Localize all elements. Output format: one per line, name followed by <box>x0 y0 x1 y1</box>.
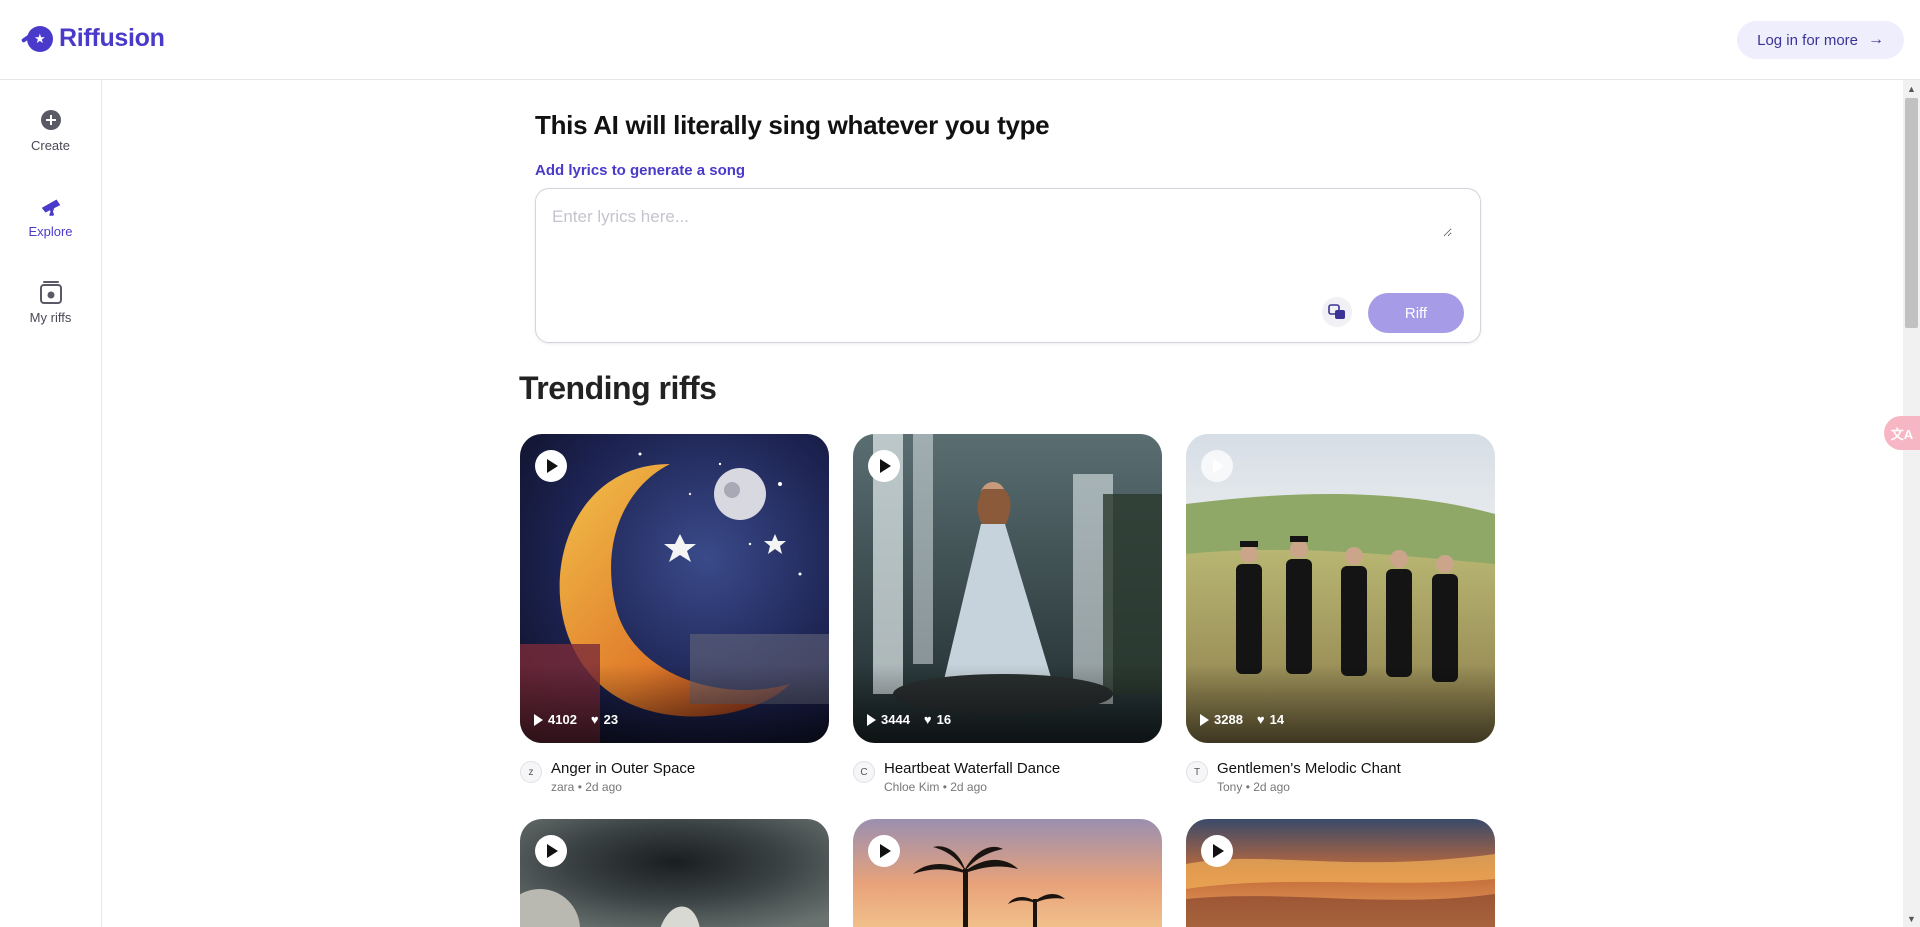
play-button[interactable] <box>535 835 567 867</box>
riff-title[interactable]: Gentlemen's Melodic Chant <box>1217 760 1401 777</box>
scroll-down-icon[interactable]: ▼ <box>1903 910 1920 927</box>
play-icon <box>1213 844 1224 858</box>
page-title: This AI will literally sing whatever you… <box>535 110 1050 140</box>
play-icon <box>547 844 558 858</box>
riff-card[interactable] <box>1186 819 1495 927</box>
scroll-thumb[interactable] <box>1905 98 1918 328</box>
sidebar-item-my-riffs[interactable]: My riffs <box>0 280 101 325</box>
sidebar-item-label: Create <box>30 138 71 153</box>
logo-mark-icon: ★ <box>27 25 53 52</box>
plays-icon <box>1200 713 1209 726</box>
library-icon <box>39 280 63 304</box>
sidebar-item-label: My riffs <box>29 310 72 325</box>
login-button[interactable]: Log in for more → <box>1737 21 1904 59</box>
riff-author[interactable]: Tony <box>1217 780 1242 794</box>
play-icon <box>1213 459 1224 473</box>
play-button[interactable] <box>1201 450 1233 482</box>
riff-title[interactable]: Anger in Outer Space <box>551 760 695 777</box>
avatar[interactable]: C <box>853 761 875 783</box>
translate-icon: 文A <box>1890 426 1914 442</box>
riff-stats: 3288 ♥ 14 <box>1200 712 1284 727</box>
lyrics-prompt-label: Add lyrics to generate a song <box>535 162 746 179</box>
riff-card[interactable] <box>853 819 1162 927</box>
logo-text: Riffusion <box>59 24 165 52</box>
plays-icon <box>534 713 543 726</box>
riff-card[interactable]: 3288 ♥ 14 T Gentlemen's Melodic Chant Ton… <box>1186 434 1495 796</box>
riff-cover-image[interactable] <box>853 819 1162 927</box>
riff-button[interactable]: Riff <box>1368 293 1464 333</box>
riff-stats: 4102 ♥ 23 <box>534 712 618 727</box>
sidebar-item-create[interactable]: Create <box>0 108 101 153</box>
section-title: Trending riffs <box>519 370 717 406</box>
riff-cover-image[interactable] <box>1186 819 1495 927</box>
sidebar-item-label: Explore <box>28 224 73 239</box>
riff-byline: zara • 2d ago <box>551 780 622 794</box>
riff-age: 2d ago <box>585 780 622 794</box>
sidebar: Create Explore My riffs <box>0 80 102 927</box>
riff-cover-image[interactable]: 4102 ♥ 23 <box>520 434 829 743</box>
lyrics-input[interactable] <box>552 207 1452 237</box>
riff-cover-image[interactable]: 3444 ♥ 16 <box>853 434 1162 743</box>
riff-cover-image[interactable] <box>520 819 829 927</box>
translate-button[interactable] <box>1322 297 1352 327</box>
riff-card[interactable]: 4102 ♥ 23 z Anger in Outer Space zara • 2… <box>520 434 829 796</box>
play-icon <box>547 459 558 473</box>
play-icon <box>880 844 891 858</box>
riff-author[interactable]: zara <box>551 780 574 794</box>
play-button[interactable] <box>868 450 900 482</box>
riff-stats: 3444 ♥ 16 <box>867 712 951 727</box>
play-count: 3444 <box>881 712 910 727</box>
riff-cover-image[interactable]: 3288 ♥ 14 <box>1186 434 1495 743</box>
plus-circle-icon <box>39 108 63 132</box>
riff-age: 2d ago <box>1253 780 1290 794</box>
heart-icon[interactable]: ♥ <box>1257 712 1265 727</box>
play-button[interactable] <box>535 450 567 482</box>
scroll-up-icon[interactable]: ▲ <box>1903 80 1920 97</box>
play-button[interactable] <box>868 835 900 867</box>
separator: • <box>942 780 947 794</box>
telescope-icon <box>39 194 63 218</box>
like-count: 14 <box>1269 712 1285 727</box>
play-count: 3288 <box>1214 712 1243 727</box>
sidebar-item-explore[interactable]: Explore <box>0 194 101 239</box>
heart-icon[interactable]: ♥ <box>924 712 932 727</box>
separator: • <box>577 780 582 794</box>
riff-title[interactable]: Heartbeat Waterfall Dance <box>884 760 1060 777</box>
play-button[interactable] <box>1201 835 1233 867</box>
riff-author[interactable]: Chloe Kim <box>884 780 939 794</box>
like-count: 23 <box>603 712 619 727</box>
play-icon <box>880 459 891 473</box>
heart-icon[interactable]: ♥ <box>591 712 599 727</box>
translate-extension-tab[interactable]: 文A <box>1884 416 1920 450</box>
riff-byline: Tony • 2d ago <box>1217 780 1290 794</box>
login-label: Log in for more <box>1757 31 1858 49</box>
riff-card[interactable] <box>520 819 829 927</box>
lyrics-box: Riff <box>535 188 1481 343</box>
avatar[interactable]: T <box>1186 761 1208 783</box>
separator: • <box>1245 780 1250 794</box>
page-scrollbar[interactable]: ▲ ▼ <box>1903 80 1920 927</box>
translate-icon <box>1328 304 1345 319</box>
avatar[interactable]: z <box>520 761 542 783</box>
arrow-right-icon: → <box>1868 31 1884 48</box>
riff-byline: Chloe Kim • 2d ago <box>884 780 987 794</box>
play-count: 4102 <box>548 712 577 727</box>
riffusion-logo[interactable]: ★ Riffusion <box>27 24 165 53</box>
top-bar: ★ Riffusion Log in for more → <box>0 0 1920 80</box>
plays-icon <box>867 713 876 726</box>
like-count: 16 <box>936 712 952 727</box>
riff-age: 2d ago <box>950 780 987 794</box>
riff-card[interactable]: 3444 ♥ 16 C Heartbeat Waterfall Dance Chl… <box>853 434 1162 796</box>
